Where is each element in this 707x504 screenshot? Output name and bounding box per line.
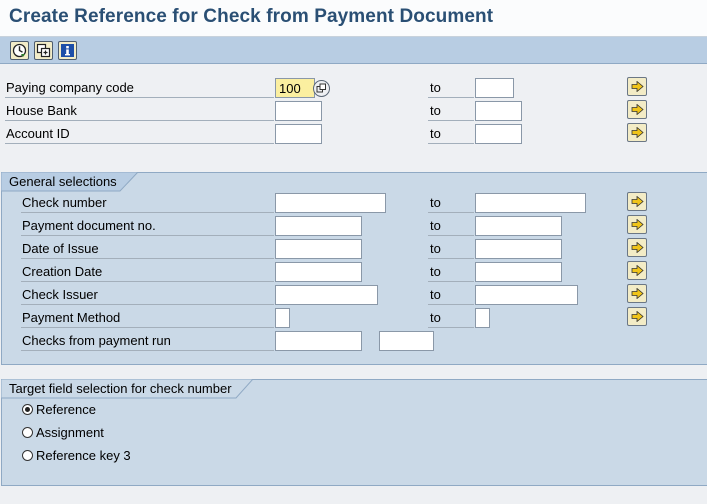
house-bank-multiple-selection-button[interactable] xyxy=(627,100,647,119)
payment-document-no-multiple-selection-button[interactable] xyxy=(627,215,647,234)
creation-date-to-input[interactable] xyxy=(475,262,562,282)
account-id-to-label: to xyxy=(428,124,474,144)
radio-button-icon[interactable] xyxy=(22,427,33,438)
payment-method-multiple-selection-button[interactable] xyxy=(627,307,647,326)
house-bank-from-input[interactable] xyxy=(275,101,322,121)
target-field-selection-title: Target field selection for check number xyxy=(9,381,232,396)
paying-company-code-label: Paying company code xyxy=(5,78,274,98)
payment-method-to-label: to xyxy=(428,308,474,328)
creation-date-to-label: to xyxy=(428,262,474,282)
radio-assignment[interactable]: Assignment xyxy=(22,424,104,442)
title-bar: Create Reference for Check from Payment … xyxy=(0,0,707,37)
creation-date-label: Creation Date xyxy=(21,262,274,282)
radio-button-icon[interactable] xyxy=(22,450,33,461)
date-of-issue-multiple-selection-button[interactable] xyxy=(627,238,647,257)
info-button[interactable] xyxy=(58,41,77,60)
paying-company-code-to-label: to xyxy=(428,78,474,98)
date-of-issue-label: Date of Issue xyxy=(21,239,274,259)
checks-from-payment-run-label: Checks from payment run xyxy=(21,331,274,351)
creation-date-multiple-selection-button[interactable] xyxy=(627,261,647,280)
payment-document-no-to-input[interactable] xyxy=(475,216,562,236)
house-bank-label: House Bank xyxy=(5,101,274,121)
payment-method-from-input[interactable] xyxy=(275,308,290,328)
check-number-multiple-selection-button[interactable] xyxy=(627,192,647,211)
creation-date-from-input[interactable] xyxy=(275,262,362,282)
house-bank-to-input[interactable] xyxy=(475,101,522,121)
page-title: Create Reference for Check from Payment … xyxy=(9,6,494,27)
date-of-issue-to-label: to xyxy=(428,239,474,259)
payment-run-date-input[interactable] xyxy=(275,331,362,351)
check-number-to-label: to xyxy=(428,193,474,213)
payment-method-label: Payment Method xyxy=(21,308,274,328)
paying-company-code-to-input[interactable] xyxy=(475,78,514,98)
radio-reference-key-3-label: Reference key 3 xyxy=(36,448,131,463)
radio-reference-label: Reference xyxy=(36,402,96,417)
date-of-issue-from-input[interactable] xyxy=(275,239,362,259)
payment-document-no-label: Payment document no. xyxy=(21,216,274,236)
general-selections-title: General selections xyxy=(9,174,117,189)
check-issuer-label: Check Issuer xyxy=(21,285,274,305)
radio-reference[interactable]: Reference xyxy=(22,401,96,419)
account-id-to-input[interactable] xyxy=(475,124,522,144)
check-issuer-multiple-selection-button[interactable] xyxy=(627,284,647,303)
application-toolbar xyxy=(0,37,707,64)
paying-company-code-multiple-selection-button[interactable] xyxy=(627,77,647,96)
account-id-label: Account ID xyxy=(5,124,274,144)
paying-company-code-from-input[interactable] xyxy=(275,78,315,98)
account-id-from-input[interactable] xyxy=(275,124,322,144)
radio-assignment-label: Assignment xyxy=(36,425,104,440)
account-id-multiple-selection-button[interactable] xyxy=(627,123,647,142)
date-of-issue-to-input[interactable] xyxy=(475,239,562,259)
get-variant-button[interactable] xyxy=(34,41,53,60)
execute-button[interactable] xyxy=(10,41,29,60)
radio-reference-key-3[interactable]: Reference key 3 xyxy=(22,447,131,465)
check-issuer-to-label: to xyxy=(428,285,474,305)
house-bank-to-label: to xyxy=(428,101,474,121)
check-issuer-to-input[interactable] xyxy=(475,285,578,305)
radio-button-selected-icon[interactable] xyxy=(22,404,33,415)
payment-method-to-input[interactable] xyxy=(475,308,490,328)
value-help-button[interactable] xyxy=(313,80,330,97)
check-issuer-from-input[interactable] xyxy=(275,285,378,305)
payment-run-id-input[interactable] xyxy=(379,331,434,351)
check-number-from-input[interactable] xyxy=(275,193,386,213)
target-field-selection-group: Target field selection for check number xyxy=(1,379,707,486)
payment-document-no-to-label: to xyxy=(428,216,474,236)
check-number-to-input[interactable] xyxy=(475,193,586,213)
check-number-label: Check number xyxy=(21,193,274,213)
payment-document-no-from-input[interactable] xyxy=(275,216,362,236)
